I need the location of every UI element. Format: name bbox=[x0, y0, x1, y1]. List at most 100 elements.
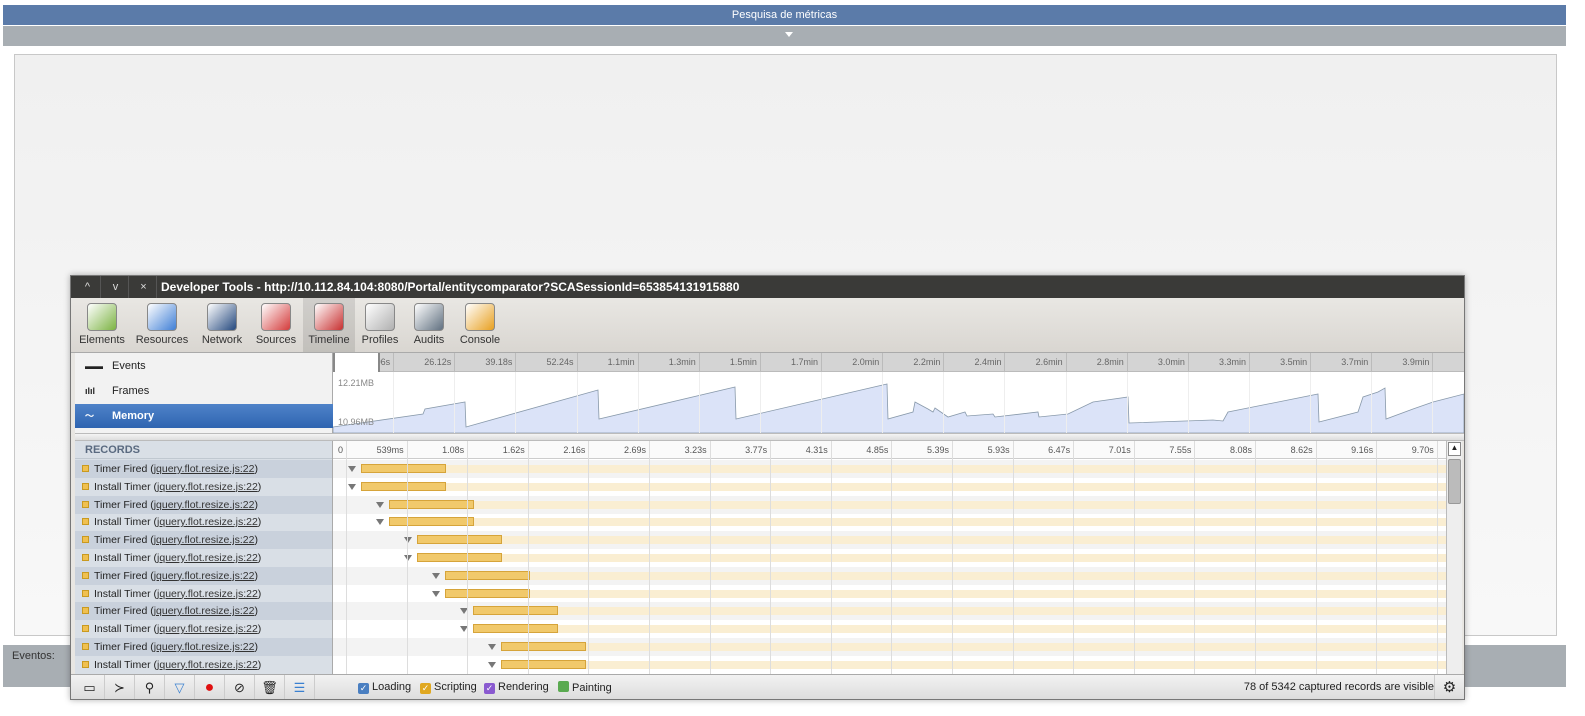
record-row[interactable]: Install Timer (jquery.flot.resize.js:22) bbox=[75, 620, 332, 638]
source-link[interactable]: jquery.flot.resize.js:22 bbox=[157, 552, 258, 564]
overview-gridline bbox=[761, 372, 823, 433]
records-list: RECORDS Timer Fired (jquery.flot.resize.… bbox=[75, 441, 333, 674]
scroll-up-arrow[interactable]: ▲ bbox=[1448, 442, 1461, 456]
eventos-label: Eventos: bbox=[3, 645, 73, 687]
tab-label: Console bbox=[459, 334, 501, 346]
close-button[interactable]: × bbox=[131, 276, 157, 298]
overview-tick: 1.1min bbox=[578, 353, 639, 371]
tab-label: Sources bbox=[255, 334, 297, 346]
overview-gridline bbox=[944, 372, 1006, 433]
record-row[interactable]: Install Timer (jquery.flot.resize.js:22) bbox=[75, 585, 332, 603]
tab-audits[interactable]: Audits bbox=[405, 298, 453, 352]
tab-elements[interactable]: Elements bbox=[75, 298, 129, 352]
source-link[interactable]: jquery.flot.resize.js:22 bbox=[154, 570, 255, 582]
records-timeline: 0 539ms 1.08s 1.62s 2.16s 2.69s 3.23s 3.77s 4.31… bbox=[333, 441, 1446, 674]
overview-gridline bbox=[516, 372, 578, 433]
console-drawer-icon[interactable]: ≻ bbox=[105, 675, 135, 699]
source-link[interactable]: jquery.flot.resize.js:22 bbox=[157, 481, 258, 493]
scroll-thumb[interactable] bbox=[1448, 459, 1461, 504]
search-icon[interactable]: ⚲ bbox=[135, 675, 165, 699]
record-tick: 7.01s bbox=[1074, 441, 1135, 674]
scripting-square-icon bbox=[82, 571, 89, 579]
dock-down-button[interactable]: v bbox=[103, 276, 129, 298]
mode-events[interactable]: ▬▬ Events bbox=[75, 354, 333, 378]
timeline-icon bbox=[314, 303, 344, 331]
record-tick: 1.62s bbox=[468, 441, 529, 674]
record-tick: 9.70s bbox=[1377, 441, 1438, 674]
filter-scripting[interactable]: ✓ Scripting bbox=[420, 681, 477, 694]
memory-overview[interactable]: 13.06s26.12s39.18s52.24s1.1min1.3min1.5m… bbox=[333, 353, 1464, 433]
trash-icon[interactable]: 🗑 bbox=[255, 675, 285, 699]
record-row[interactable]: Timer Fired (jquery.flot.resize.js:22) bbox=[75, 460, 332, 478]
source-link[interactable]: jquery.flot.resize.js:22 bbox=[154, 534, 255, 546]
record-row[interactable]: Install Timer (jquery.flot.resize.js:22) bbox=[75, 656, 332, 674]
record-row[interactable]: Install Timer (jquery.flot.resize.js:22) bbox=[75, 549, 332, 567]
overview-window-selection[interactable] bbox=[333, 353, 380, 372]
overview-tick: 1.3min bbox=[639, 353, 700, 371]
settings-gear-icon[interactable]: ⚙ bbox=[1434, 675, 1464, 699]
source-link[interactable]: jquery.flot.resize.js:22 bbox=[157, 516, 258, 528]
dock-icon[interactable]: ▭ bbox=[75, 675, 105, 699]
record-row[interactable]: Timer Fired (jquery.flot.resize.js:22) bbox=[75, 638, 332, 656]
overview-tick: 52.24s bbox=[516, 353, 578, 371]
console-icon bbox=[465, 303, 495, 331]
panel-splitter[interactable] bbox=[75, 433, 1464, 441]
tab-sources[interactable]: Sources bbox=[249, 298, 303, 352]
checkbox-icon[interactable] bbox=[558, 681, 569, 692]
record-tick: 4.85s bbox=[832, 441, 893, 674]
source-link[interactable]: jquery.flot.resize.js:22 bbox=[157, 659, 258, 671]
top-title-bar[interactable]: Pesquisa de métricas bbox=[3, 5, 1566, 25]
record-row[interactable]: Install Timer (jquery.flot.resize.js:22) bbox=[75, 478, 332, 496]
collapse-bar[interactable] bbox=[3, 26, 1566, 46]
overview-tick: 1.5min bbox=[700, 353, 761, 371]
overview-gridline bbox=[1005, 372, 1067, 433]
sources-icon bbox=[261, 303, 291, 331]
checkbox-checked-icon[interactable]: ✓ bbox=[484, 683, 495, 694]
overview-sidebar: ▬▬ Events ılıl Frames 〜 Memory bbox=[75, 353, 333, 433]
glue-records-icon[interactable]: ☰ bbox=[285, 675, 315, 699]
record-icon[interactable]: ● bbox=[195, 675, 225, 699]
tab-resources[interactable]: Resources bbox=[129, 298, 195, 352]
tab-label: Network bbox=[201, 334, 243, 346]
status-bar: ▭ ≻ ⚲ ▽ ● ⊘ 🗑 ☰ ✓ Loading ✓ Scripting ✓ Rende… bbox=[71, 674, 1464, 699]
record-row[interactable]: Timer Fired (jquery.flot.resize.js:22) bbox=[75, 566, 332, 585]
dock-up-button[interactable]: ^ bbox=[75, 276, 101, 298]
filter-icon[interactable]: ▽ bbox=[165, 675, 195, 699]
mode-memory[interactable]: 〜 Memory bbox=[75, 404, 333, 428]
profiles-icon bbox=[365, 303, 395, 331]
record-row[interactable]: Install Timer (jquery.flot.resize.js:22) bbox=[75, 513, 332, 531]
source-link[interactable]: jquery.flot.resize.js:22 bbox=[154, 463, 255, 475]
source-link[interactable]: jquery.flot.resize.js:22 bbox=[154, 499, 255, 511]
scripting-square-icon bbox=[82, 554, 89, 561]
source-link[interactable]: jquery.flot.resize.js:22 bbox=[157, 623, 258, 635]
tab-network[interactable]: Network bbox=[195, 298, 249, 352]
scripting-square-icon bbox=[82, 589, 89, 597]
tab-console[interactable]: Console bbox=[453, 298, 507, 352]
tab-timeline[interactable]: Timeline bbox=[303, 298, 355, 352]
filter-rendering[interactable]: ✓ Rendering bbox=[484, 681, 549, 694]
source-link[interactable]: jquery.flot.resize.js:22 bbox=[154, 605, 255, 617]
scripting-square-icon bbox=[82, 500, 89, 508]
record-row[interactable]: Timer Fired (jquery.flot.resize.js:22) bbox=[75, 602, 332, 621]
tab-label: Audits bbox=[413, 334, 445, 346]
overview-tick: 3.9min bbox=[1372, 353, 1434, 371]
mode-frames[interactable]: ılıl Frames bbox=[75, 379, 333, 403]
overview-gridline bbox=[1128, 372, 1189, 433]
checkbox-checked-icon[interactable]: ✓ bbox=[358, 683, 369, 694]
devtools-toolbar: Elements Resources Network Sources Timeline P… bbox=[71, 298, 1464, 353]
filter-painting[interactable]: Painting bbox=[558, 681, 612, 695]
source-link[interactable]: jquery.flot.resize.js:22 bbox=[154, 641, 255, 653]
clear-icon[interactable]: ⊘ bbox=[225, 675, 255, 699]
record-tick: 0 bbox=[333, 441, 347, 674]
record-row[interactable]: Timer Fired (jquery.flot.resize.js:22) bbox=[75, 495, 332, 514]
checkbox-checked-icon[interactable]: ✓ bbox=[420, 683, 431, 694]
filter-loading[interactable]: ✓ Loading bbox=[358, 681, 411, 694]
overview-tick: 2.8min bbox=[1067, 353, 1128, 371]
scripting-square-icon bbox=[82, 536, 89, 544]
tab-profiles[interactable]: Profiles bbox=[355, 298, 405, 352]
records-scrollbar[interactable]: ▲ bbox=[1446, 441, 1462, 674]
source-link[interactable]: jquery.flot.resize.js:22 bbox=[157, 588, 258, 600]
record-tick: 8.62s bbox=[1256, 441, 1317, 674]
record-row[interactable]: Timer Fired (jquery.flot.resize.js:22) bbox=[75, 531, 332, 550]
overview-tick: 3.7min bbox=[1311, 353, 1373, 371]
